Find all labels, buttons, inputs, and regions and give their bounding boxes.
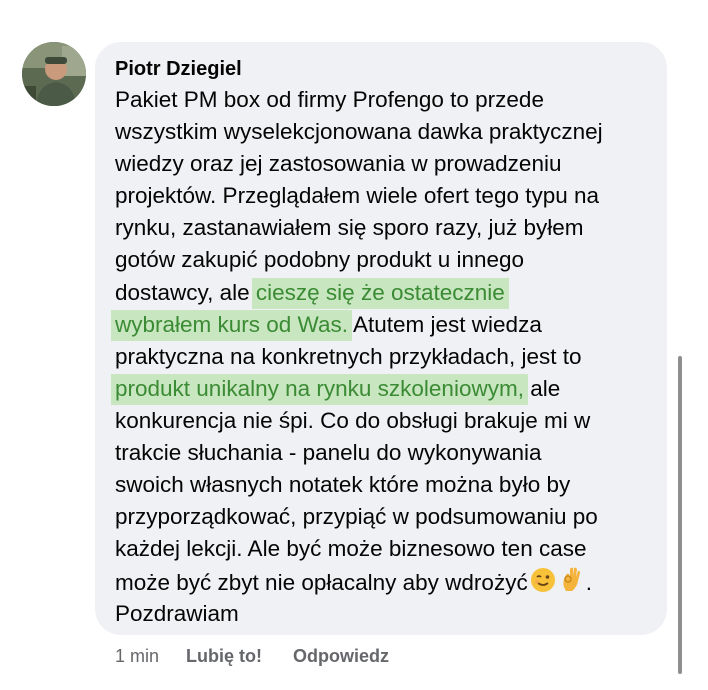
highlighted-text: produkt unikalny na rynku szkoleniowym, bbox=[111, 373, 528, 405]
comment-line: może być zbyt nie opłacalny aby wdrożyć. bbox=[115, 565, 649, 597]
like-button[interactable]: Lubię to! bbox=[186, 646, 262, 666]
ok-hand-icon bbox=[560, 565, 584, 602]
reply-button[interactable]: Odpowiedz bbox=[293, 646, 389, 666]
winking-face-icon bbox=[530, 567, 556, 602]
comment-bubble: Piotr Dziegiel Pakiet PM box od firmy Pr… bbox=[95, 42, 667, 635]
comment-text: . bbox=[585, 570, 592, 596]
comment-text: może być zbyt nie opłacalny aby wdrożyć bbox=[115, 570, 528, 596]
comment-line: projektów. Przeglądałem wiele ofert tego… bbox=[115, 183, 600, 209]
comment-text: dostawcy, ale bbox=[115, 279, 256, 305]
avatar[interactable] bbox=[22, 42, 86, 106]
comment-line: praktyczna na konkretnych przykładach, j… bbox=[115, 343, 582, 369]
comment-timestamp[interactable]: 1 min bbox=[115, 646, 159, 666]
comment-actions: 1 min Lubię to! Odpowiedz bbox=[115, 644, 415, 668]
comment-line: konkurencja nie śpi. Co do obsługi braku… bbox=[115, 407, 591, 433]
comment-line: dostawcy, ale cieszę się że ostatecznie bbox=[115, 277, 649, 309]
comment-line: wiedzy oraz jej zastosowania w prowadzen… bbox=[115, 151, 562, 177]
comment-body: Pakiet PM box od firmy Profengo to przed… bbox=[111, 84, 649, 630]
comment-line: wybrałem kurs od Was. Atutem jest wiedza bbox=[111, 309, 649, 341]
comment-line: Pakiet PM box od firmy Profengo to przed… bbox=[115, 87, 544, 112]
comment-container: Piotr Dziegiel Pakiet PM box od firmy Pr… bbox=[0, 0, 708, 690]
comment-line: produkt unikalny na rynku szkoleniowym, … bbox=[111, 373, 649, 405]
comment-line: rynku, zastanawiałem się sporo razy, już… bbox=[115, 215, 584, 241]
comment-text: Atutem jest wiedza bbox=[347, 311, 542, 337]
comment-line: trakcie słuchania - panelu do wykonywani… bbox=[115, 440, 542, 466]
comment-text: ale bbox=[523, 375, 561, 401]
comment-line: przyporządkować, przypiąć w podsumowaniu… bbox=[115, 504, 598, 530]
avatar-photo bbox=[22, 42, 86, 106]
comment-line: gotów zakupić podobny produkt u innego bbox=[115, 247, 525, 273]
comment-line: wszystkim wyselekcjonowana dawka praktyc… bbox=[115, 119, 603, 145]
comment-author[interactable]: Piotr Dziegiel bbox=[115, 56, 649, 82]
highlighted-text: cieszę się że ostatecznie bbox=[251, 277, 509, 309]
scrollbar[interactable] bbox=[678, 356, 682, 674]
highlighted-text: wybrałem kurs od Was. bbox=[111, 309, 352, 341]
comment-line: swoich własnych notatek które można było… bbox=[115, 472, 571, 498]
comment-line: każdej lekcji. Ale być może biznesowo te… bbox=[115, 536, 587, 562]
